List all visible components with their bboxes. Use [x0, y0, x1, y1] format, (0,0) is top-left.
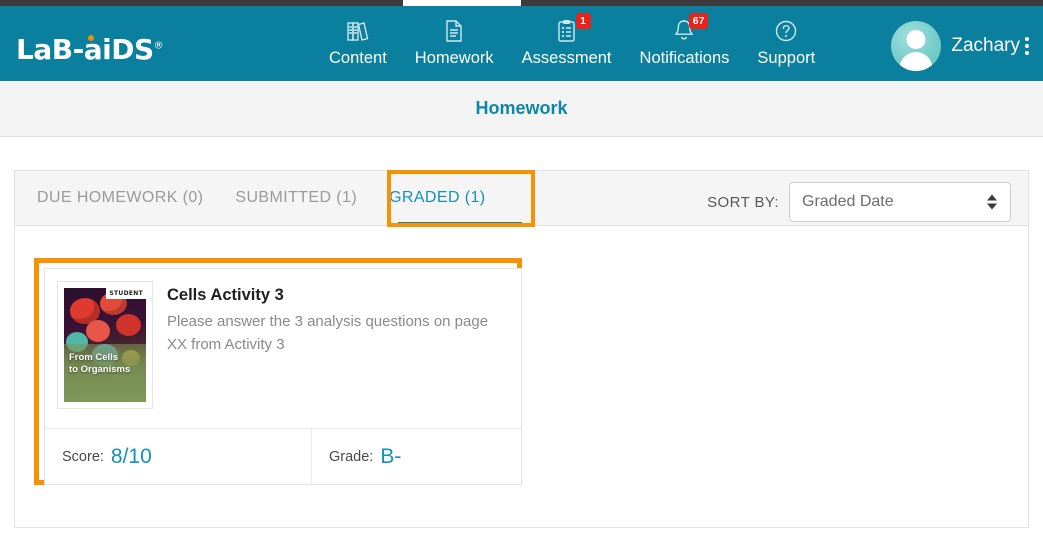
homework-card[interactable]: STUDENT From Cells to Organisms Cells Ac… [44, 268, 522, 485]
tab-graded-underline [398, 222, 522, 225]
app-header: LaB-aiDS® Content Homework 1 Assessment … [0, 6, 1043, 81]
bell-icon: 67 [671, 13, 709, 46]
grade-label: Grade: [329, 448, 374, 465]
book-cover-title: From Cells to Organisms [69, 352, 130, 376]
homework-panel: DUE HOMEWORK (0) SUBMITTED (1) GRADED (1… [14, 170, 1029, 528]
book-cover-title-line2: to Organisms [69, 364, 131, 376]
sort-by-select[interactable]: Graded Date [789, 182, 1011, 222]
nav-item-content[interactable]: Content [315, 12, 401, 68]
logo-text-sep: - [72, 33, 85, 66]
sort-by-label: SORT BY: [707, 193, 779, 211]
nav-label-assessment: Assessment [521, 49, 612, 67]
kebab-menu-icon[interactable] [1025, 37, 1029, 55]
nav-item-homework[interactable]: Homework [401, 12, 508, 68]
user-avatar-icon [891, 21, 942, 71]
tab-graded[interactable]: GRADED (1) [373, 171, 522, 226]
tab-graded-label: GRADED (1) [389, 189, 486, 206]
score-value: 8/10 [110, 444, 152, 468]
question-circle-icon [772, 16, 800, 46]
clipboard-icon: 1 [554, 13, 591, 46]
grade-value: B- [380, 444, 402, 468]
lab-aids-logo[interactable]: LaB-aiDS® [16, 33, 164, 66]
document-icon [441, 16, 467, 46]
homework-description: Please answer the 3 analysis questions o… [167, 313, 489, 353]
homework-card-text: Cells Activity 3 Please answer the 3 ana… [153, 281, 509, 427]
updown-arrows-icon [987, 194, 997, 210]
homework-card-highlight-box: STUDENT From Cells to Organisms Cells Ac… [34, 258, 522, 485]
page-subheader: Homework [0, 81, 1043, 137]
book-cover-student-badge: STUDENT [106, 288, 146, 299]
tab-submitted[interactable]: SUBMITTED (1) [219, 171, 373, 226]
tab-submitted-label: SUBMITTED (1) [235, 189, 358, 206]
nav-label-content: Content [329, 49, 387, 67]
score-label: Score: [62, 448, 104, 465]
nav-label-homework: Homework [414, 49, 494, 67]
logo-trademark: ® [153, 40, 164, 52]
homework-thumbnail-frame: STUDENT From Cells to Organisms [57, 281, 153, 409]
grade-cell: Grade: B- [312, 429, 401, 484]
assessment-badge: 1 [575, 13, 591, 29]
avatar-head [906, 30, 926, 49]
nav-item-support[interactable]: Support [743, 12, 829, 68]
logo-text-ds: DS [111, 33, 154, 66]
nav-label-support: Support [757, 49, 816, 67]
logo-text-lab: LaB [16, 33, 73, 66]
homework-card-footer: Score: 8/10 Grade: B- [45, 428, 521, 484]
nav-item-assessment[interactable]: 1 Assessment [508, 12, 626, 68]
homework-title: Cells Activity 3 [167, 286, 284, 304]
nav-label-notifications: Notifications [639, 49, 730, 67]
logo-text-i: i [102, 33, 112, 66]
nav-item-notifications[interactable]: 67 Notifications [626, 12, 744, 68]
sort-by-control: SORT BY: Graded Date [707, 182, 1011, 222]
sort-by-value: Graded Date [802, 193, 894, 210]
books-icon [344, 16, 372, 46]
book-cover-title-line1: From Cells [69, 352, 119, 364]
page-title: Homework [475, 98, 568, 118]
homework-card-body: STUDENT From Cells to Organisms Cells Ac… [45, 269, 521, 427]
book-cover-icon: STUDENT From Cells to Organisms [64, 288, 146, 402]
user-menu[interactable]: Zachary [891, 21, 1029, 71]
user-name: Zachary [951, 35, 1020, 56]
avatar-body [899, 52, 933, 71]
page-root: LaB-aiDS® Content Homework 1 Assessment … [0, 0, 1043, 553]
main-nav: Content Homework 1 Assessment 67 Notific… [315, 12, 829, 81]
notifications-badge: 67 [688, 13, 709, 29]
score-cell: Score: 8/10 [45, 429, 312, 484]
tab-due-homework[interactable]: DUE HOMEWORK (0) [15, 171, 219, 226]
tab-due-homework-label: DUE HOMEWORK (0) [37, 189, 204, 206]
homework-tabbar: DUE HOMEWORK (0) SUBMITTED (1) GRADED (1… [15, 170, 1028, 227]
